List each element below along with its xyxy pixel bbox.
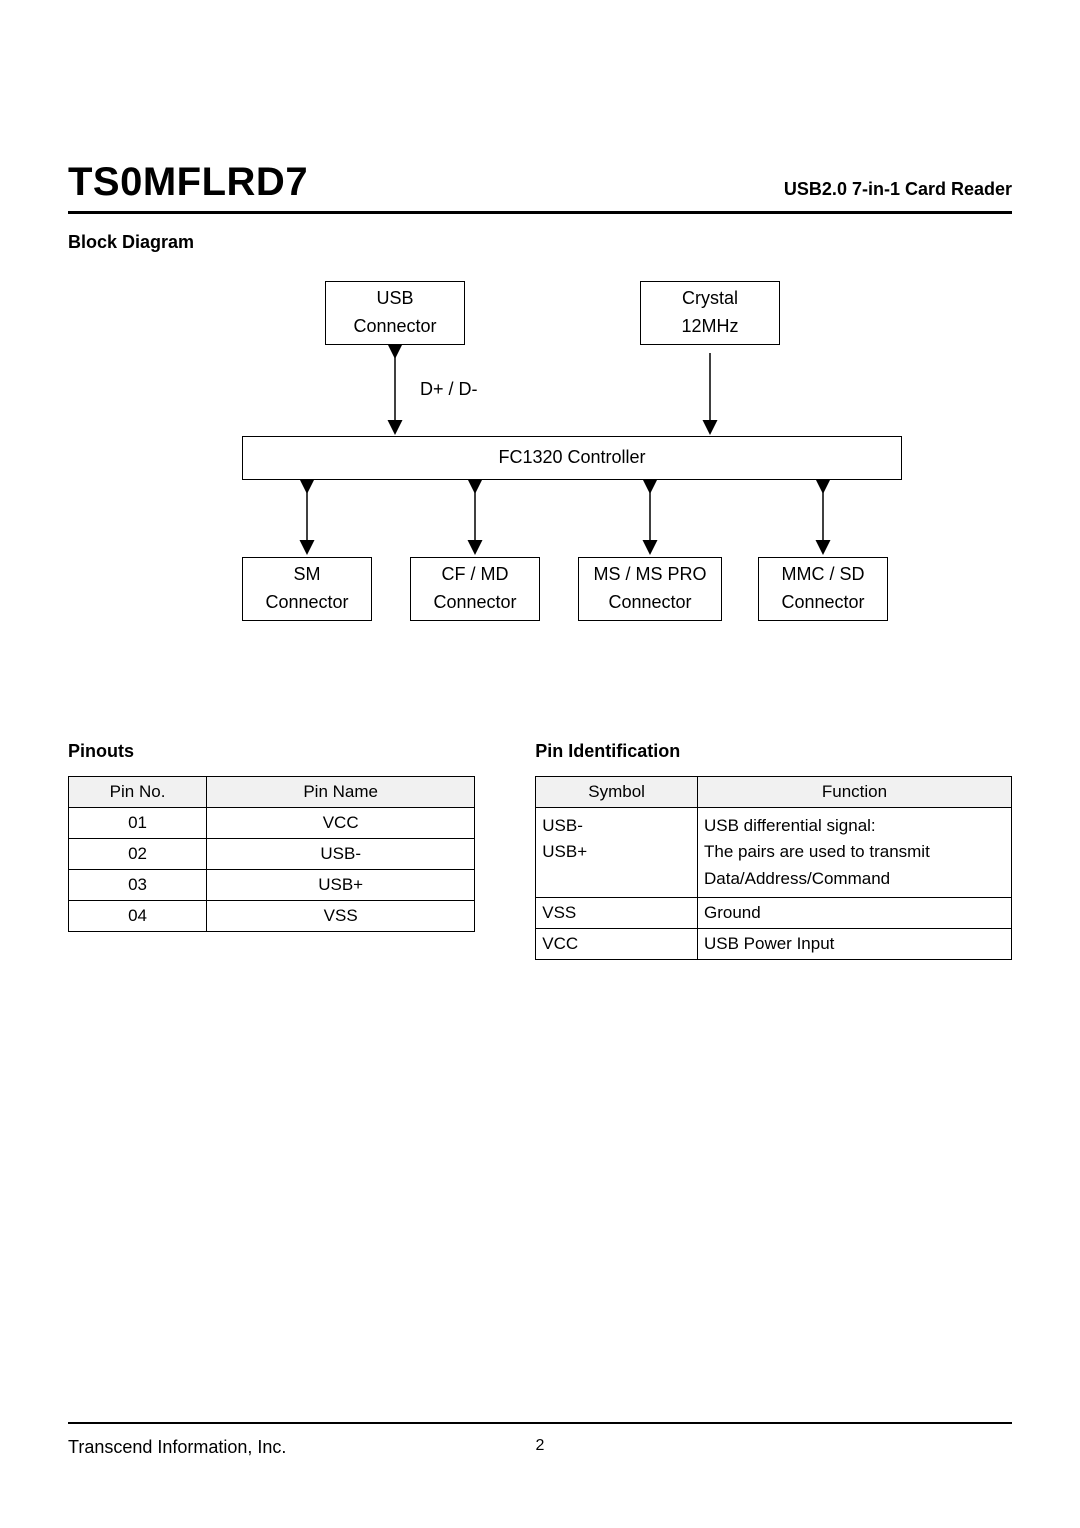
- product-code: TS0MFLRD7: [68, 160, 308, 205]
- pin-name-cell: USB+: [207, 870, 475, 901]
- pin-no-cell: 04: [69, 901, 207, 932]
- diagram-text: Connector: [433, 589, 516, 617]
- document-header: TS0MFLRD7 USB2.0 7-in-1 Card Reader: [68, 160, 1012, 214]
- pin-no-cell: 03: [69, 870, 207, 901]
- pinid-function-cell: USB Power Input: [697, 929, 1011, 960]
- diagram-text: 12MHz: [681, 313, 738, 341]
- section-title-pin-identification: Pin Identification: [535, 741, 1012, 762]
- table-row: VCC USB Power Input: [536, 929, 1012, 960]
- pin-identification-column: Pin Identification Symbol Function USB- …: [535, 741, 1012, 960]
- pin-identification-table: Symbol Function USB- USB+ USB differenti…: [535, 776, 1012, 960]
- table-row: 02 USB-: [69, 839, 475, 870]
- pin-name-cell: VSS: [207, 901, 475, 932]
- block-diagram: USB Connector Crystal 12MHz D+ / D- FC13…: [180, 281, 900, 661]
- diagram-box-sm-connector: SM Connector: [242, 557, 372, 621]
- pinid-symbol-text: USB-: [542, 816, 583, 835]
- table-row: 01 VCC: [69, 808, 475, 839]
- diagram-box-usb-connector: USB Connector: [325, 281, 465, 345]
- tables-row: Pinouts Pin No. Pin Name 01 VCC 02 USB- …: [68, 741, 1012, 960]
- diagram-text: MS / MS PRO: [593, 561, 706, 589]
- diagram-text: Connector: [353, 313, 436, 341]
- footer-company: Transcend Information, Inc.: [68, 1437, 286, 1458]
- pinid-header-symbol: Symbol: [536, 777, 698, 808]
- footer-page-number: 2: [536, 1437, 545, 1455]
- pin-name-cell: VCC: [207, 808, 475, 839]
- table-row: Symbol Function: [536, 777, 1012, 808]
- table-row: VSS Ground: [536, 898, 1012, 929]
- diagram-box-crystal: Crystal 12MHz: [640, 281, 780, 345]
- diagram-text: Connector: [781, 589, 864, 617]
- diagram-text: Connector: [265, 589, 348, 617]
- table-row: 04 VSS: [69, 901, 475, 932]
- section-title-pinouts: Pinouts: [68, 741, 475, 762]
- diagram-text: MMC / SD: [782, 561, 865, 589]
- pinid-symbol-cell: VSS: [536, 898, 698, 929]
- pin-name-cell: USB-: [207, 839, 475, 870]
- diagram-text: SM: [294, 561, 321, 589]
- pinid-header-function: Function: [697, 777, 1011, 808]
- pinouts-header-pin-name: Pin Name: [207, 777, 475, 808]
- diagram-box-cf-connector: CF / MD Connector: [410, 557, 540, 621]
- pinouts-column: Pinouts Pin No. Pin Name 01 VCC 02 USB- …: [68, 741, 475, 960]
- pinid-symbol-cell: VCC: [536, 929, 698, 960]
- pinid-symbol-text: USB+: [542, 842, 587, 861]
- table-row: Pin No. Pin Name: [69, 777, 475, 808]
- table-row: 03 USB+: [69, 870, 475, 901]
- pinouts-table: Pin No. Pin Name 01 VCC 02 USB- 03 USB+: [68, 776, 475, 932]
- diagram-text: Crystal: [682, 285, 738, 313]
- pinid-function-cell: USB differential signal: The pairs are u…: [697, 808, 1011, 898]
- footer-rule: [68, 1422, 1012, 1424]
- pinid-symbol-cell: USB- USB+: [536, 808, 698, 898]
- pin-no-cell: 01: [69, 808, 207, 839]
- diagram-text: CF / MD: [442, 561, 509, 589]
- diagram-box-ms-connector: MS / MS PRO Connector: [578, 557, 722, 621]
- diagram-text: FC1320 Controller: [498, 444, 645, 472]
- pin-no-cell: 02: [69, 839, 207, 870]
- section-title-block-diagram: Block Diagram: [68, 232, 1012, 253]
- diagram-box-controller: FC1320 Controller: [242, 436, 902, 480]
- document-footer: Transcend Information, Inc. 2: [68, 1437, 1012, 1458]
- pinid-function-cell: Ground: [697, 898, 1011, 929]
- pinid-function-text: The pairs are used to transmit: [704, 842, 930, 861]
- table-row: USB- USB+ USB differential signal: The p…: [536, 808, 1012, 898]
- pinid-function-text: Data/Address/Command: [704, 869, 890, 888]
- pinid-function-text: USB differential signal:: [704, 816, 876, 835]
- pinouts-header-pin-no: Pin No.: [69, 777, 207, 808]
- product-description: USB2.0 7-in-1 Card Reader: [784, 179, 1012, 200]
- diagram-text: USB: [376, 285, 413, 313]
- diagram-text: Connector: [608, 589, 691, 617]
- diagram-box-mmc-connector: MMC / SD Connector: [758, 557, 888, 621]
- diagram-label-d-plus-minus: D+ / D-: [420, 379, 478, 400]
